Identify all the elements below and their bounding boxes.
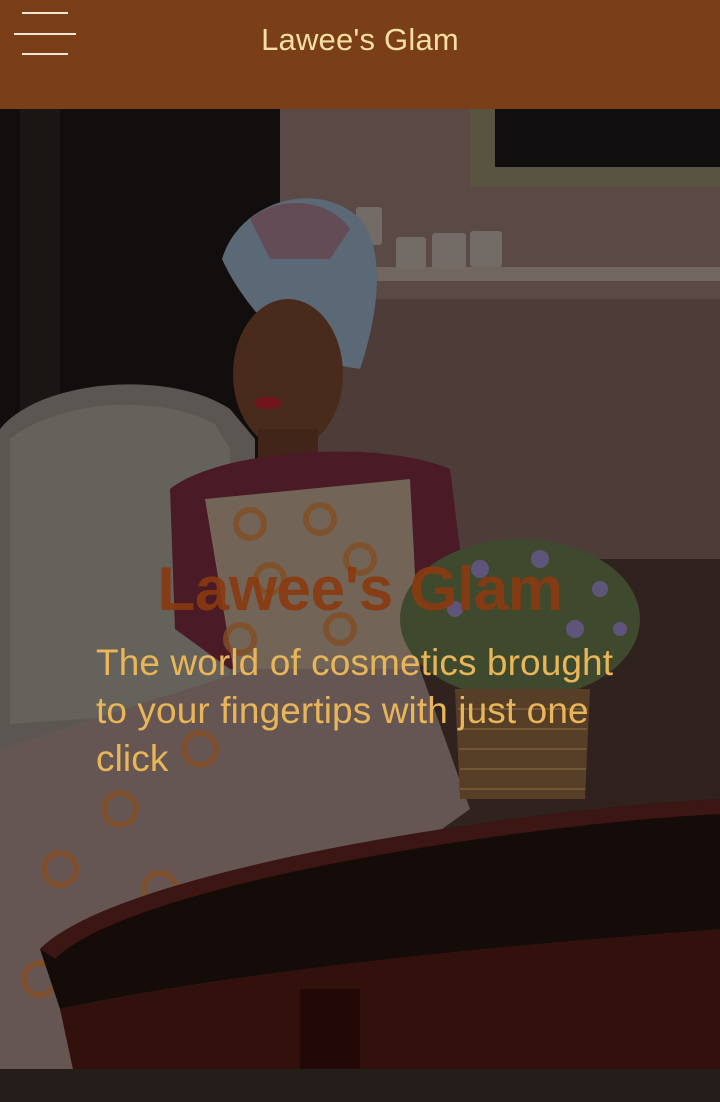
menu-line [22,12,68,14]
top-navigation-bar: Lawee's Glam [0,0,720,109]
hero-tagline: The world of cosmetics brought to your f… [96,642,614,779]
hero-banner: Lawee's Glam The world of cosmetics brou… [0,109,720,1102]
site-brand[interactable]: Lawee's Glam [0,22,720,58]
hero-title: Lawee's Glam [157,555,563,624]
